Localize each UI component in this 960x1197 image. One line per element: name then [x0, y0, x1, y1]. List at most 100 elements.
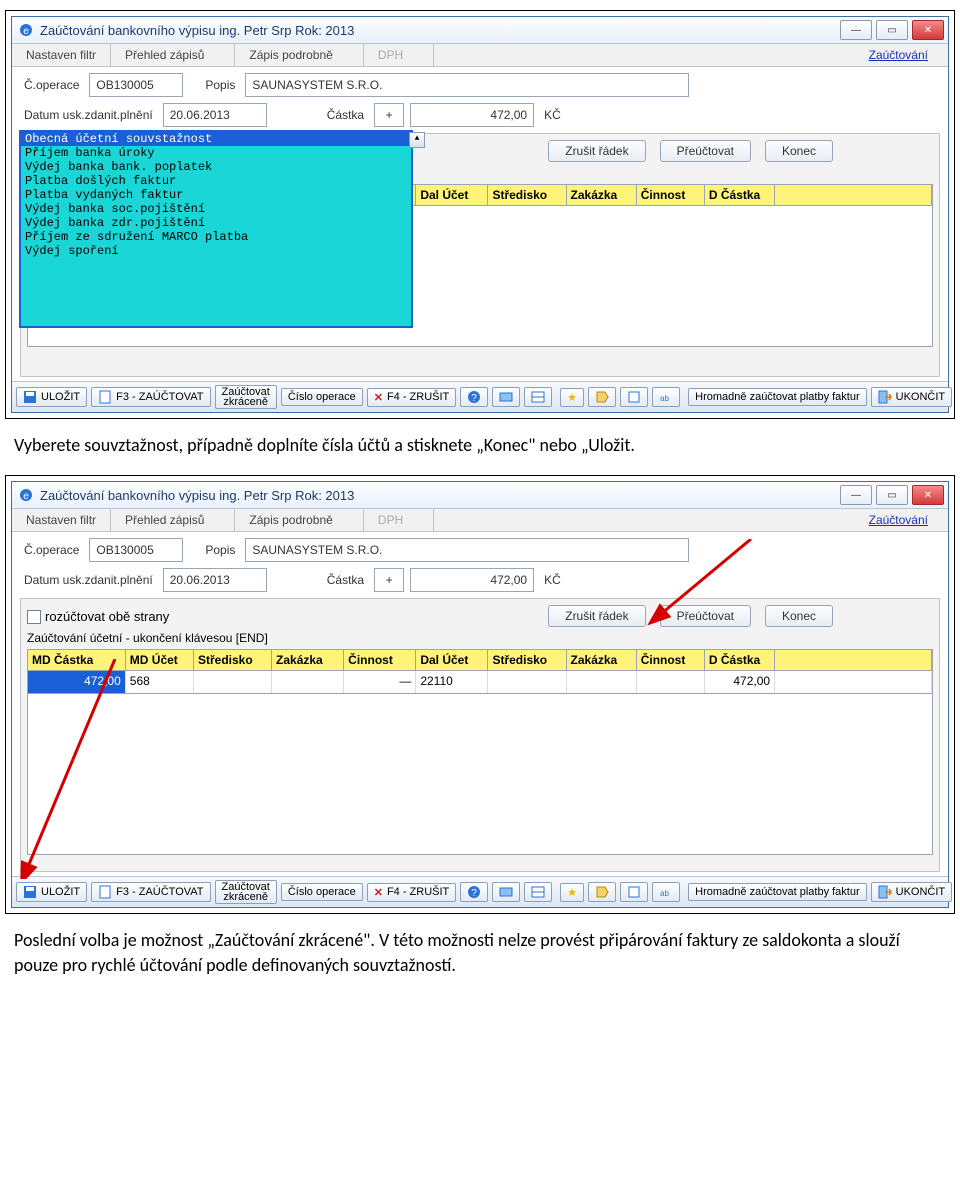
- list-item[interactable]: Příjem ze sdružení MARCO platba: [21, 230, 411, 244]
- preuctovat-button[interactable]: Přeúčtovat: [660, 605, 751, 627]
- tool-icon-4[interactable]: [620, 882, 648, 902]
- grid-header: MD Částka MD Účet Středisko Zakázka Činn…: [27, 649, 933, 671]
- window-title: Zaúčtování bankovního výpisu ing. Petr S…: [40, 488, 840, 503]
- doc-caption-1: Vyberete souvztažnost, případně doplníte…: [14, 433, 946, 457]
- list-item[interactable]: Příjem banka úroky: [21, 146, 411, 160]
- star-icon-button[interactable]: ★: [560, 388, 584, 407]
- f3-zauctovat-button[interactable]: F3 - ZAÚČTOVAT: [91, 882, 210, 902]
- tab-filter[interactable]: Nastaven filtr: [12, 44, 111, 66]
- cell-dal-ucet[interactable]: 22110: [416, 671, 488, 693]
- list-item[interactable]: Platba došlých faktur: [21, 174, 411, 188]
- tool-icon-2[interactable]: [524, 882, 552, 902]
- find-icon: [627, 390, 641, 404]
- mena-label: KČ: [540, 106, 565, 124]
- grid-panel: rozúčtovat obě strany Zrušit řádek Přeúč…: [20, 598, 940, 872]
- coperace-field[interactable]: OB130005: [89, 73, 183, 97]
- popis-field[interactable]: SAUNASYSTEM S.R.O.: [245, 538, 689, 562]
- castka-field[interactable]: 472,00: [410, 103, 534, 127]
- f3-zauctovat-button[interactable]: F3 - ZAÚČTOVAT: [91, 387, 210, 407]
- coperace-field[interactable]: OB130005: [89, 538, 183, 562]
- tool-icon-1[interactable]: [492, 387, 520, 407]
- tool-icon-2[interactable]: [524, 387, 552, 407]
- rozuctovat-checkbox[interactable]: rozúčtovat obě strany: [27, 609, 169, 625]
- tab-zapis[interactable]: Zápis podrobně: [235, 509, 363, 531]
- tool-icon-4[interactable]: [620, 387, 648, 407]
- souvstaznost-dropdown[interactable]: Obecná účetní souvstažnost Příjem banka …: [19, 130, 413, 328]
- konec-button[interactable]: Konec: [765, 140, 833, 162]
- tab-prehled[interactable]: Přehled zápisů: [111, 509, 235, 531]
- star-icon-button[interactable]: ★: [560, 883, 584, 902]
- list-item[interactable]: Platba vydaných faktur: [21, 188, 411, 202]
- ukoncit-button[interactable]: UKONČIT: [871, 882, 953, 902]
- ulozit-button[interactable]: ULOŽIT: [16, 387, 87, 407]
- tool-icon-5[interactable]: ab: [652, 387, 680, 407]
- zauctovat-zkracene-button[interactable]: Zaúčtovatzkráceně: [215, 880, 277, 904]
- tab-zauctovani-link[interactable]: Zaúčtování: [855, 509, 948, 531]
- tool-icon-1[interactable]: [492, 882, 520, 902]
- tab-zapis[interactable]: Zápis podrobně: [235, 44, 363, 66]
- hromadne-button[interactable]: Hromadně zaúčtovat platby faktur: [688, 883, 866, 901]
- tag-icon: [595, 390, 609, 404]
- cislo-operace-button[interactable]: Číslo operace: [281, 883, 363, 901]
- tab-filter[interactable]: Nastaven filtr: [12, 509, 111, 531]
- tool-icon-3[interactable]: [588, 882, 616, 902]
- hromadne-button[interactable]: Hromadně zaúčtovat platby faktur: [688, 388, 866, 406]
- cell-md-ucet[interactable]: 568: [126, 671, 194, 693]
- list-item[interactable]: Výdej banka bank. poplatek: [21, 160, 411, 174]
- ukoncit-button[interactable]: UKONČIT: [871, 387, 953, 407]
- list-item[interactable]: Obecná účetní souvstažnost: [21, 132, 411, 146]
- maximize-button[interactable]: ▭: [876, 20, 908, 40]
- doc-caption-2: Poslední volba je možnost „Zaúčtování zk…: [14, 928, 946, 977]
- app-icon: e: [18, 22, 34, 38]
- mena-label: KČ: [540, 571, 565, 589]
- datum-field[interactable]: 20.06.2013: [163, 103, 267, 127]
- zrusit-radek-button[interactable]: Zrušit řádek: [548, 605, 645, 627]
- zauctovat-zkracene-button[interactable]: Zaúčtovatzkráceně: [215, 385, 277, 409]
- window-title: Zaúčtování bankovního výpisu ing. Petr S…: [40, 23, 840, 38]
- ulozit-button[interactable]: ULOŽIT: [16, 882, 87, 902]
- scroll-up-icon[interactable]: ▲: [409, 132, 425, 148]
- col-stredisko2: Středisko: [488, 185, 566, 205]
- cislo-operace-button[interactable]: Číslo operace: [281, 388, 363, 406]
- app-window-2: e Zaúčtování bankovního výpisu ing. Petr…: [11, 481, 949, 908]
- titlebar: e Zaúčtování bankovního výpisu ing. Petr…: [12, 17, 948, 44]
- close-button[interactable]: ✕: [912, 20, 944, 40]
- svg-text:?: ?: [472, 393, 478, 404]
- f4-zrusit-button[interactable]: ✕F4 - ZRUŠIT: [367, 883, 457, 902]
- app-window-1: e Zaúčtování bankovního výpisu ing. Petr…: [11, 16, 949, 413]
- cell-md-castka[interactable]: 472,00: [28, 671, 126, 693]
- castka-field[interactable]: 472,00: [410, 568, 534, 592]
- col-d-castka: D Částka: [705, 185, 775, 205]
- card-icon: [499, 390, 513, 404]
- maximize-button[interactable]: ▭: [876, 485, 908, 505]
- preuctovat-button[interactable]: Přeúčtovat: [660, 140, 751, 162]
- help-icon-button[interactable]: ?: [460, 387, 488, 407]
- tab-dph: DPH: [364, 44, 434, 66]
- tool-icon-3[interactable]: [588, 387, 616, 407]
- col-zakazka2: Zakázka: [567, 650, 637, 670]
- list-item[interactable]: Výdej banka zdr.pojištění: [21, 216, 411, 230]
- app-icon: e: [18, 487, 34, 503]
- grid-row[interactable]: 472,00 568 — 22110 472,00: [27, 671, 933, 694]
- zrusit-radek-button[interactable]: Zrušit řádek: [548, 140, 645, 162]
- grid-body[interactable]: [27, 694, 933, 855]
- doc-icon: [98, 390, 112, 404]
- close-button[interactable]: ✕: [912, 485, 944, 505]
- tab-prehled[interactable]: Přehled zápisů: [111, 44, 235, 66]
- konec-button[interactable]: Konec: [765, 605, 833, 627]
- svg-text:?: ?: [472, 888, 478, 899]
- datum-field[interactable]: 20.06.2013: [163, 568, 267, 592]
- tool-icon-5[interactable]: ab: [652, 882, 680, 902]
- coperace-label: Č.operace: [20, 76, 83, 94]
- tab-zauctovani-link[interactable]: Zaúčtování: [855, 44, 948, 66]
- minimize-button[interactable]: —: [840, 20, 872, 40]
- col-zakazka: Zakázka: [272, 650, 344, 670]
- grid-panel: Zrušit řádek Přeúčtovat Konec t Dal Účet…: [20, 133, 940, 377]
- minimize-button[interactable]: —: [840, 485, 872, 505]
- help-icon-button[interactable]: ?: [460, 882, 488, 902]
- popis-field[interactable]: SAUNASYSTEM S.R.O.: [245, 73, 689, 97]
- list-item[interactable]: Výdej banka soc.pojištění: [21, 202, 411, 216]
- list-item[interactable]: Výdej spoření: [21, 244, 411, 258]
- cell-d-castka[interactable]: 472,00: [705, 671, 775, 693]
- f4-zrusit-button[interactable]: ✕F4 - ZRUŠIT: [367, 388, 457, 407]
